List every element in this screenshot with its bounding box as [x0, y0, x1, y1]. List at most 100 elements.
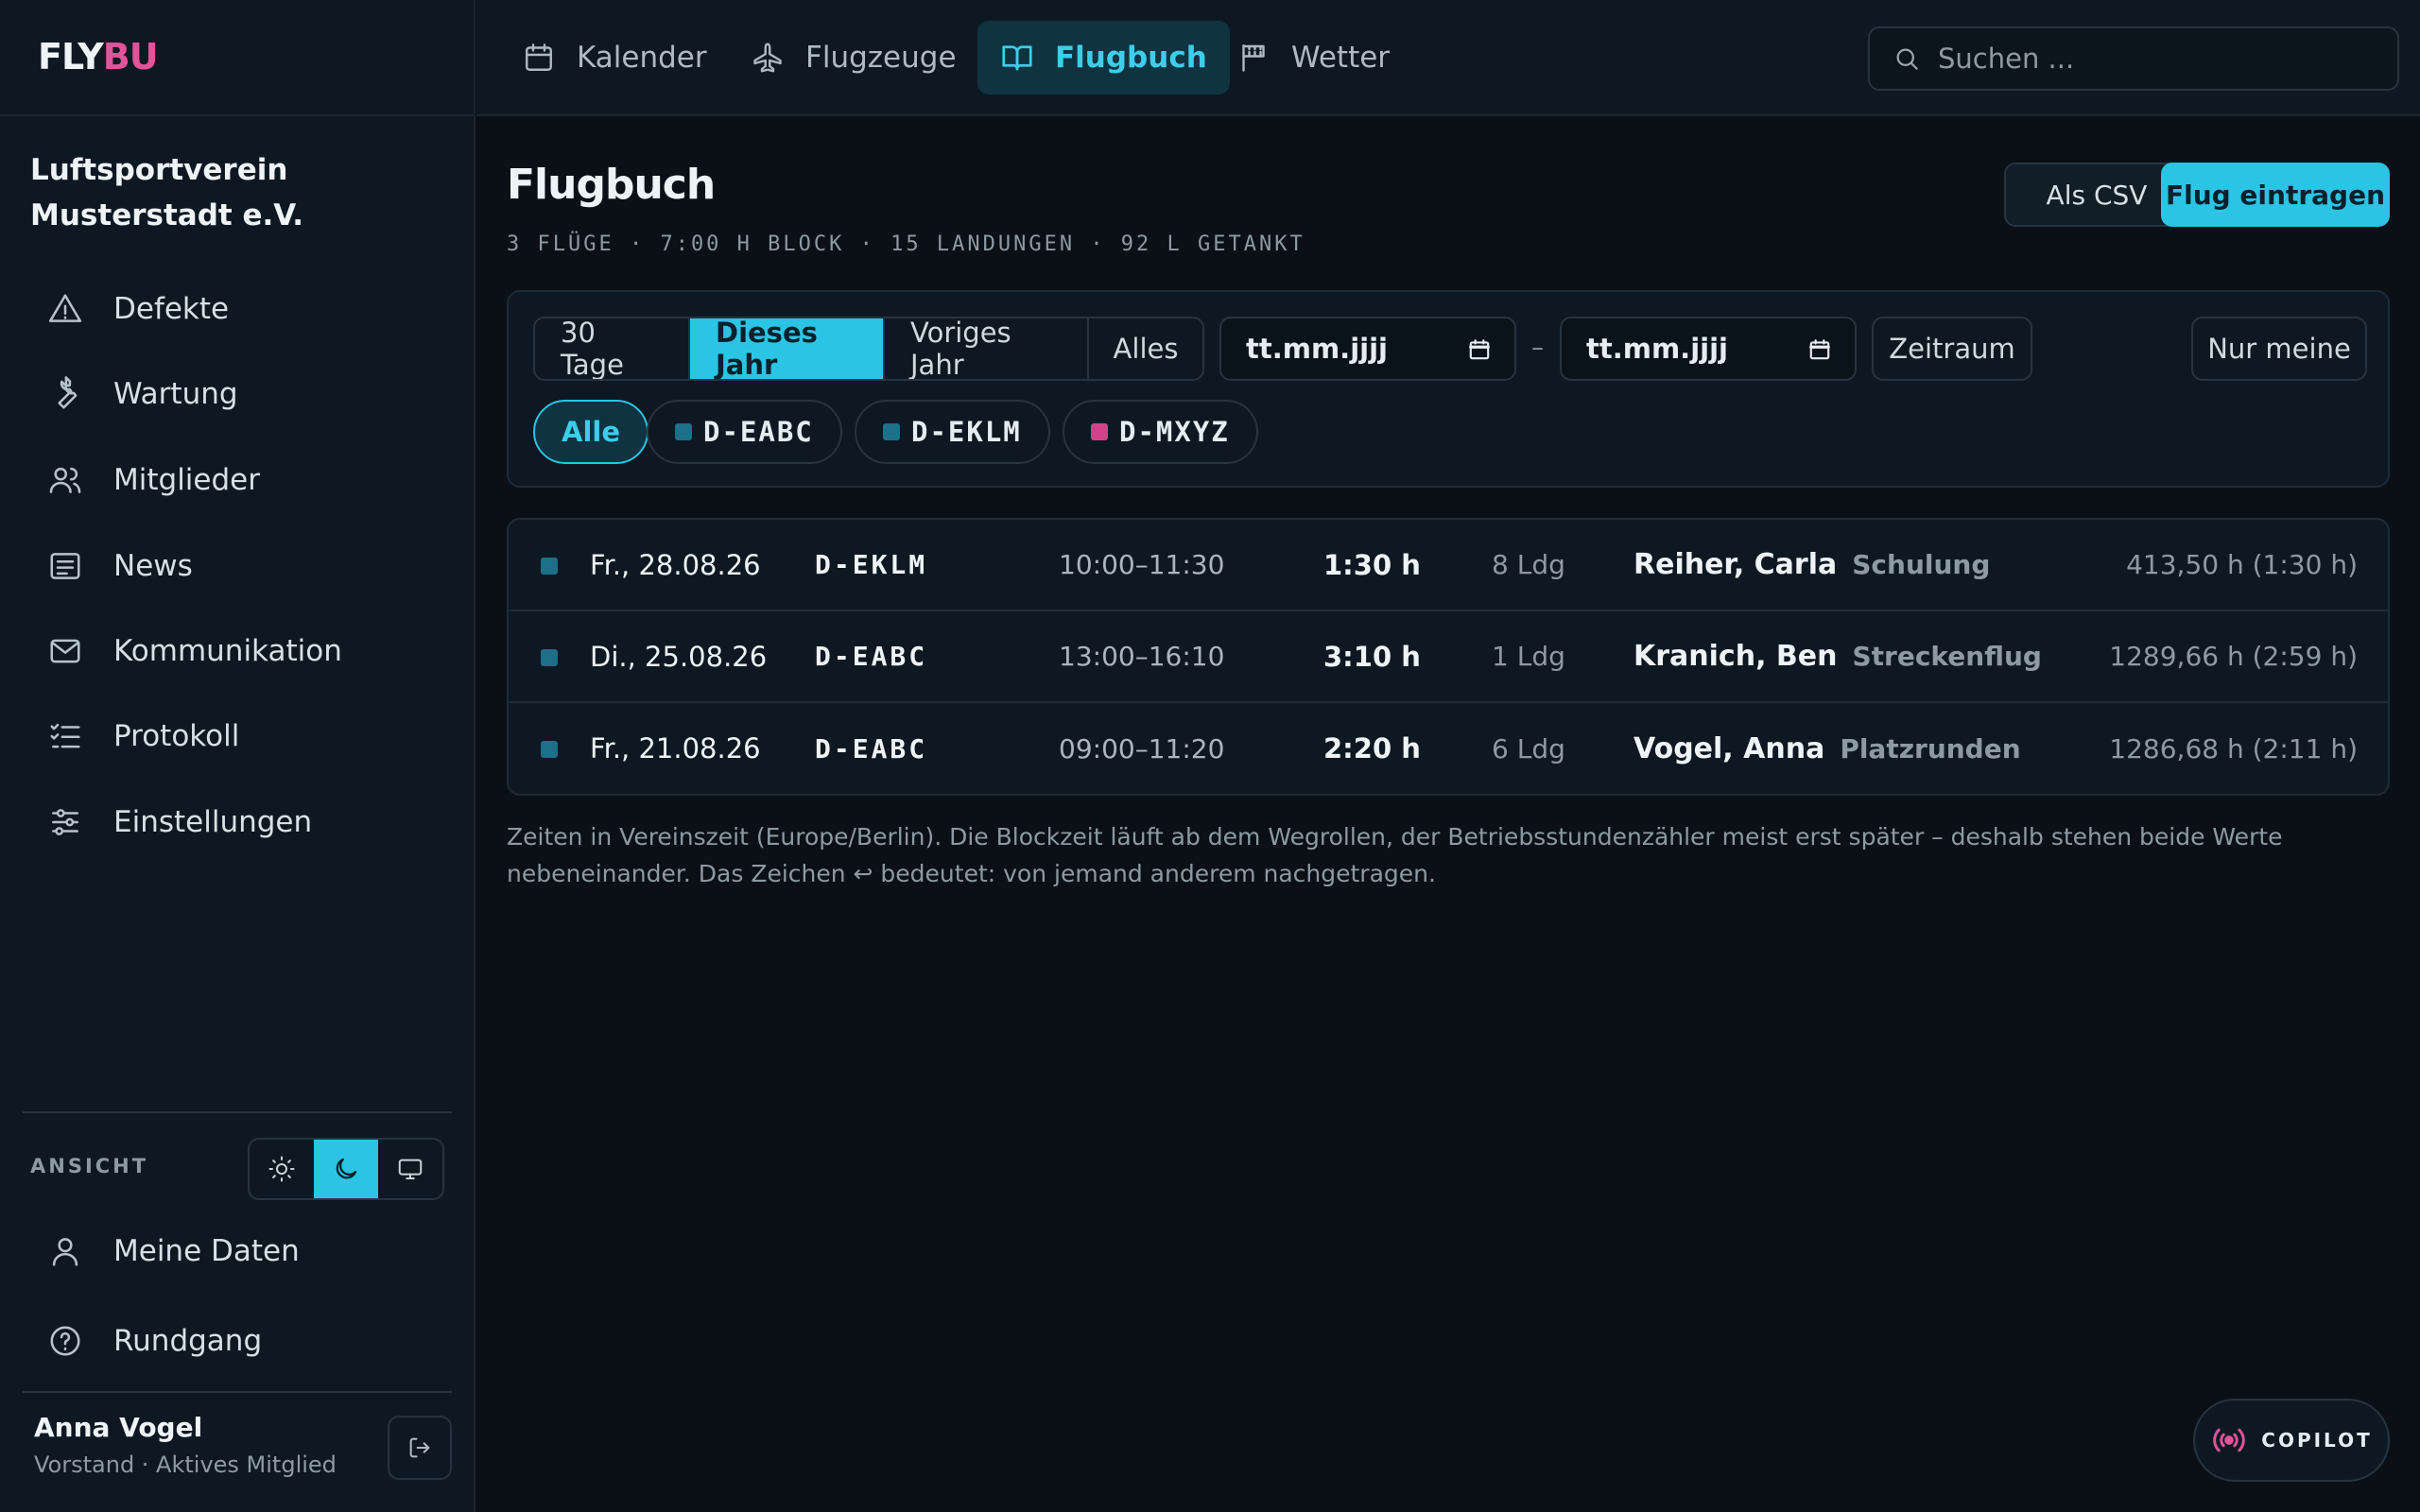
tab-label: Flugzeuge [805, 41, 957, 75]
warning-icon [47, 291, 83, 327]
tab-flugzeuge[interactable]: Flugzeuge [728, 21, 979, 94]
flight-landings: 6 Ldg [1492, 732, 1565, 765]
engine-hours: 413,50 h (1:30 h) [2126, 549, 2358, 580]
flight-row[interactable]: Fr., 21.08.26 D-EABC 09:00–11:20 2:20 h … [509, 703, 2388, 794]
flight-date: Di., 25.08.26 [590, 640, 768, 673]
sidebar-item-label: Defekte [113, 292, 230, 326]
flight-time: 09:00–11:20 [1059, 732, 1225, 765]
date-from-field[interactable]: tt.mm.jjjj [1219, 317, 1516, 381]
aircraft-color-swatch [883, 423, 900, 440]
theme-system-button[interactable] [378, 1140, 442, 1198]
sidebar-item-wartung[interactable]: Wartung [30, 360, 446, 428]
tab-wetter[interactable]: Wetter [1214, 21, 1412, 94]
date-to-placeholder: tt.mm.jjjj [1586, 333, 1728, 365]
chip-label: D-EABC [703, 416, 814, 448]
user-name: Anna Vogel [34, 1412, 203, 1443]
chip-label: Alle [562, 416, 620, 448]
sidebar-item-meine-daten[interactable]: Meine Daten [30, 1217, 446, 1285]
period-all[interactable]: Alles [1089, 318, 1202, 379]
flight-pilot: Reiher, Carla Schulung [1634, 520, 1990, 610]
theme-dark-button[interactable] [314, 1140, 378, 1198]
period-30-days[interactable]: 30 Tage [535, 318, 690, 379]
flag-icon [1236, 41, 1270, 75]
aircraft-filter-d-mxyz[interactable]: D-MXYZ [1063, 400, 1258, 464]
tab-label: Kalender [577, 41, 707, 75]
sidebar-item-kommunikation[interactable]: Kommunikation [30, 617, 446, 685]
aircraft-color-swatch [541, 649, 558, 666]
flight-row[interactable]: Fr., 28.08.26 D-EKLM 10:00–11:30 1:30 h … [509, 520, 2388, 611]
sidebar-item-protokoll[interactable]: Protokoll [30, 702, 446, 770]
sidebar: FLYBU Luftsportverein Musterstadt e.V. D… [0, 0, 475, 1512]
sidebar-item-defekte[interactable]: Defekte [30, 275, 446, 343]
flight-pilot: Kranich, Ben Streckenflug [1634, 611, 2042, 701]
app-logo[interactable]: FLYBU [38, 36, 159, 77]
flight-pilot: Vogel, Anna Platzrunden [1634, 703, 2021, 794]
theme-toggle [248, 1138, 444, 1200]
add-flight-button[interactable]: Flug eintragen [2161, 163, 2390, 227]
flight-list: Fr., 28.08.26 D-EKLM 10:00–11:30 1:30 h … [507, 518, 2390, 796]
flight-landings: 8 Ldg [1492, 549, 1565, 580]
sidebar-item-rundgang[interactable]: Rundgang [30, 1307, 446, 1375]
sidebar-item-label: Wartung [113, 377, 238, 411]
engine-hours: 1289,66 h (2:59 h) [2109, 641, 2358, 672]
help-icon [47, 1323, 83, 1359]
copilot-label: COPILOT [2261, 1429, 2373, 1452]
date-from-placeholder: tt.mm.jjjj [1246, 333, 1388, 365]
sidebar-item-einstellungen[interactable]: Einstellungen [30, 788, 446, 856]
sidebar-item-mitglieder[interactable]: Mitglieder [30, 446, 446, 514]
footnote: Zeiten in Vereinszeit (Europe/Berlin). D… [507, 823, 2283, 887]
flight-date: Fr., 21.08.26 [590, 732, 761, 765]
pilot-name: Vogel, Anna [1634, 731, 1825, 765]
flight-registration: D-EABC [815, 732, 928, 765]
period-last-year[interactable]: Voriges Jahr [885, 318, 1089, 379]
tab-label: Flugbuch [1055, 41, 1207, 75]
logout-icon [406, 1435, 433, 1461]
date-separator: – [1531, 334, 1544, 362]
sidebar-divider [23, 1391, 452, 1393]
aircraft-filter-d-eabc[interactable]: D-EABC [647, 400, 842, 464]
tab-flugbuch[interactable]: Flugbuch [977, 21, 1230, 94]
flight-row[interactable]: Di., 25.08.26 D-EABC 13:00–16:10 3:10 h … [509, 611, 2388, 703]
plane-icon [751, 41, 785, 75]
theme-light-button[interactable] [250, 1140, 314, 1198]
aircraft-color-swatch [1091, 423, 1108, 440]
page-title: Flugbuch [507, 161, 716, 209]
top-navigation: Kalender Flugzeuge Flugbuch Wetter [476, 0, 2420, 116]
user-role: Vorstand · Aktives Mitglied [34, 1452, 337, 1478]
news-icon [47, 548, 83, 584]
logo-area: FLYBU [0, 0, 474, 116]
sidebar-item-label: Protokoll [113, 719, 240, 753]
sidebar-item-label: Mitglieder [113, 463, 260, 497]
search-icon [1893, 44, 1921, 73]
sidebar-item-news[interactable]: News [30, 532, 446, 600]
aircraft-color-swatch [541, 741, 558, 758]
logout-button[interactable] [388, 1416, 452, 1480]
sidebar-item-label: Rundgang [113, 1324, 263, 1358]
tab-label: Wetter [1291, 41, 1391, 75]
date-to-field[interactable]: tt.mm.jjjj [1560, 317, 1857, 381]
sun-icon [268, 1155, 296, 1183]
view-label: ANSICHT [30, 1155, 149, 1177]
apply-range-button[interactable]: Zeitraum [1872, 317, 2032, 381]
tab-kalender[interactable]: Kalender [499, 21, 730, 94]
calendar-icon [522, 41, 556, 75]
search-input[interactable] [1938, 43, 2373, 75]
copilot-button[interactable]: COPILOT [2193, 1399, 2390, 1482]
flight-type: Platzrunden [1840, 732, 2021, 765]
mail-icon [47, 633, 83, 669]
aircraft-color-swatch [675, 423, 692, 440]
calendar-icon[interactable] [1807, 337, 1832, 362]
aircraft-filter-d-eklm[interactable]: D-EKLM [855, 400, 1050, 464]
logo-part-2: BU [102, 36, 159, 77]
calendar-icon[interactable] [1467, 337, 1492, 362]
pilot-name: Kranich, Ben [1634, 640, 1838, 673]
filter-panel: 30 Tage Dieses Jahr Voriges Jahr Alles t… [507, 290, 2390, 488]
flight-duration: 3:10 h [1323, 640, 1421, 673]
period-this-year[interactable]: Dieses Jahr [690, 318, 885, 379]
sidebar-divider [23, 1111, 452, 1113]
aircraft-filter-all[interactable]: Alle [533, 400, 648, 464]
flight-time: 10:00–11:30 [1059, 549, 1225, 580]
moon-icon [332, 1155, 360, 1183]
engine-hours: 1286,68 h (2:11 h) [2109, 732, 2358, 765]
only-mine-button[interactable]: Nur meine [2191, 317, 2367, 381]
